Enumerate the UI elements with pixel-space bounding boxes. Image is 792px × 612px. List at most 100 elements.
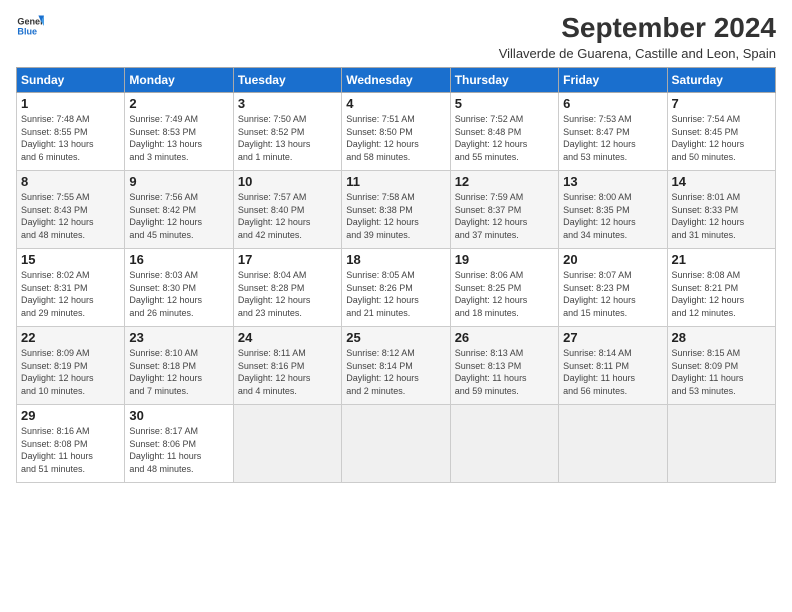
table-row: 7 Sunrise: 7:54 AMSunset: 8:45 PMDayligh… — [667, 93, 775, 171]
svg-text:Blue: Blue — [17, 26, 37, 36]
day-number: 10 — [238, 174, 337, 189]
table-row: 3 Sunrise: 7:50 AMSunset: 8:52 PMDayligh… — [233, 93, 341, 171]
day-number: 30 — [129, 408, 228, 423]
day-number: 26 — [455, 330, 554, 345]
calendar: Sunday Monday Tuesday Wednesday Thursday… — [16, 67, 776, 483]
cell-info: Sunrise: 8:04 AMSunset: 8:28 PMDaylight:… — [238, 270, 311, 318]
cell-info: Sunrise: 8:17 AMSunset: 8:06 PMDaylight:… — [129, 426, 201, 474]
logo: General Blue — [16, 12, 44, 40]
col-wednesday: Wednesday — [342, 68, 450, 93]
day-number: 1 — [21, 96, 120, 111]
cell-info: Sunrise: 7:49 AMSunset: 8:53 PMDaylight:… — [129, 114, 202, 162]
cell-info: Sunrise: 8:02 AMSunset: 8:31 PMDaylight:… — [21, 270, 94, 318]
table-row: 21 Sunrise: 8:08 AMSunset: 8:21 PMDaylig… — [667, 249, 775, 327]
header: General Blue September 2024 Villaverde d… — [16, 12, 776, 61]
table-row: 20 Sunrise: 8:07 AMSunset: 8:23 PMDaylig… — [559, 249, 667, 327]
table-row: 5 Sunrise: 7:52 AMSunset: 8:48 PMDayligh… — [450, 93, 558, 171]
col-monday: Monday — [125, 68, 233, 93]
cell-info: Sunrise: 8:03 AMSunset: 8:30 PMDaylight:… — [129, 270, 202, 318]
cell-info: Sunrise: 7:55 AMSunset: 8:43 PMDaylight:… — [21, 192, 94, 240]
cell-info: Sunrise: 8:14 AMSunset: 8:11 PMDaylight:… — [563, 348, 635, 396]
cell-info: Sunrise: 8:09 AMSunset: 8:19 PMDaylight:… — [21, 348, 94, 396]
table-row: 16 Sunrise: 8:03 AMSunset: 8:30 PMDaylig… — [125, 249, 233, 327]
day-number: 5 — [455, 96, 554, 111]
table-row — [667, 405, 775, 483]
title-block: September 2024 Villaverde de Guarena, Ca… — [499, 12, 776, 61]
table-row — [233, 405, 341, 483]
table-row: 15 Sunrise: 8:02 AMSunset: 8:31 PMDaylig… — [17, 249, 125, 327]
table-row: 13 Sunrise: 8:00 AMSunset: 8:35 PMDaylig… — [559, 171, 667, 249]
cell-info: Sunrise: 8:16 AMSunset: 8:08 PMDaylight:… — [21, 426, 93, 474]
calendar-week-4: 22 Sunrise: 8:09 AMSunset: 8:19 PMDaylig… — [17, 327, 776, 405]
cell-info: Sunrise: 7:57 AMSunset: 8:40 PMDaylight:… — [238, 192, 311, 240]
cell-info: Sunrise: 8:06 AMSunset: 8:25 PMDaylight:… — [455, 270, 528, 318]
table-row: 29 Sunrise: 8:16 AMSunset: 8:08 PMDaylig… — [17, 405, 125, 483]
day-number: 25 — [346, 330, 445, 345]
col-saturday: Saturday — [667, 68, 775, 93]
table-row: 24 Sunrise: 8:11 AMSunset: 8:16 PMDaylig… — [233, 327, 341, 405]
cell-info: Sunrise: 8:07 AMSunset: 8:23 PMDaylight:… — [563, 270, 636, 318]
header-row: Sunday Monday Tuesday Wednesday Thursday… — [17, 68, 776, 93]
calendar-week-2: 8 Sunrise: 7:55 AMSunset: 8:43 PMDayligh… — [17, 171, 776, 249]
day-number: 3 — [238, 96, 337, 111]
table-row: 28 Sunrise: 8:15 AMSunset: 8:09 PMDaylig… — [667, 327, 775, 405]
cell-info: Sunrise: 8:13 AMSunset: 8:13 PMDaylight:… — [455, 348, 527, 396]
table-row: 19 Sunrise: 8:06 AMSunset: 8:25 PMDaylig… — [450, 249, 558, 327]
day-number: 17 — [238, 252, 337, 267]
table-row: 27 Sunrise: 8:14 AMSunset: 8:11 PMDaylig… — [559, 327, 667, 405]
day-number: 7 — [672, 96, 771, 111]
cell-info: Sunrise: 8:01 AMSunset: 8:33 PMDaylight:… — [672, 192, 745, 240]
subtitle: Villaverde de Guarena, Castille and Leon… — [499, 46, 776, 61]
cell-info: Sunrise: 7:52 AMSunset: 8:48 PMDaylight:… — [455, 114, 528, 162]
table-row: 10 Sunrise: 7:57 AMSunset: 8:40 PMDaylig… — [233, 171, 341, 249]
day-number: 24 — [238, 330, 337, 345]
day-number: 18 — [346, 252, 445, 267]
table-row — [450, 405, 558, 483]
day-number: 27 — [563, 330, 662, 345]
table-row: 4 Sunrise: 7:51 AMSunset: 8:50 PMDayligh… — [342, 93, 450, 171]
table-row — [342, 405, 450, 483]
table-row: 12 Sunrise: 7:59 AMSunset: 8:37 PMDaylig… — [450, 171, 558, 249]
table-row: 30 Sunrise: 8:17 AMSunset: 8:06 PMDaylig… — [125, 405, 233, 483]
table-row: 2 Sunrise: 7:49 AMSunset: 8:53 PMDayligh… — [125, 93, 233, 171]
day-number: 6 — [563, 96, 662, 111]
day-number: 29 — [21, 408, 120, 423]
cell-info: Sunrise: 8:12 AMSunset: 8:14 PMDaylight:… — [346, 348, 419, 396]
cell-info: Sunrise: 8:08 AMSunset: 8:21 PMDaylight:… — [672, 270, 745, 318]
cell-info: Sunrise: 7:58 AMSunset: 8:38 PMDaylight:… — [346, 192, 419, 240]
day-number: 20 — [563, 252, 662, 267]
table-row: 8 Sunrise: 7:55 AMSunset: 8:43 PMDayligh… — [17, 171, 125, 249]
calendar-week-5: 29 Sunrise: 8:16 AMSunset: 8:08 PMDaylig… — [17, 405, 776, 483]
table-row: 17 Sunrise: 8:04 AMSunset: 8:28 PMDaylig… — [233, 249, 341, 327]
table-row: 14 Sunrise: 8:01 AMSunset: 8:33 PMDaylig… — [667, 171, 775, 249]
day-number: 2 — [129, 96, 228, 111]
cell-info: Sunrise: 8:00 AMSunset: 8:35 PMDaylight:… — [563, 192, 636, 240]
cell-info: Sunrise: 7:53 AMSunset: 8:47 PMDaylight:… — [563, 114, 636, 162]
table-row: 22 Sunrise: 8:09 AMSunset: 8:19 PMDaylig… — [17, 327, 125, 405]
cell-info: Sunrise: 7:48 AMSunset: 8:55 PMDaylight:… — [21, 114, 94, 162]
month-title: September 2024 — [499, 12, 776, 44]
day-number: 8 — [21, 174, 120, 189]
col-tuesday: Tuesday — [233, 68, 341, 93]
table-row: 23 Sunrise: 8:10 AMSunset: 8:18 PMDaylig… — [125, 327, 233, 405]
table-row: 18 Sunrise: 8:05 AMSunset: 8:26 PMDaylig… — [342, 249, 450, 327]
table-row: 1 Sunrise: 7:48 AMSunset: 8:55 PMDayligh… — [17, 93, 125, 171]
calendar-week-3: 15 Sunrise: 8:02 AMSunset: 8:31 PMDaylig… — [17, 249, 776, 327]
day-number: 22 — [21, 330, 120, 345]
cell-info: Sunrise: 8:10 AMSunset: 8:18 PMDaylight:… — [129, 348, 202, 396]
cell-info: Sunrise: 7:50 AMSunset: 8:52 PMDaylight:… — [238, 114, 311, 162]
page: General Blue September 2024 Villaverde d… — [0, 0, 792, 612]
day-number: 13 — [563, 174, 662, 189]
cell-info: Sunrise: 8:11 AMSunset: 8:16 PMDaylight:… — [238, 348, 311, 396]
table-row: 9 Sunrise: 7:56 AMSunset: 8:42 PMDayligh… — [125, 171, 233, 249]
day-number: 23 — [129, 330, 228, 345]
cell-info: Sunrise: 7:56 AMSunset: 8:42 PMDaylight:… — [129, 192, 202, 240]
logo-icon: General Blue — [16, 12, 44, 40]
day-number: 19 — [455, 252, 554, 267]
day-number: 12 — [455, 174, 554, 189]
table-row: 26 Sunrise: 8:13 AMSunset: 8:13 PMDaylig… — [450, 327, 558, 405]
day-number: 4 — [346, 96, 445, 111]
day-number: 16 — [129, 252, 228, 267]
day-number: 9 — [129, 174, 228, 189]
day-number: 21 — [672, 252, 771, 267]
